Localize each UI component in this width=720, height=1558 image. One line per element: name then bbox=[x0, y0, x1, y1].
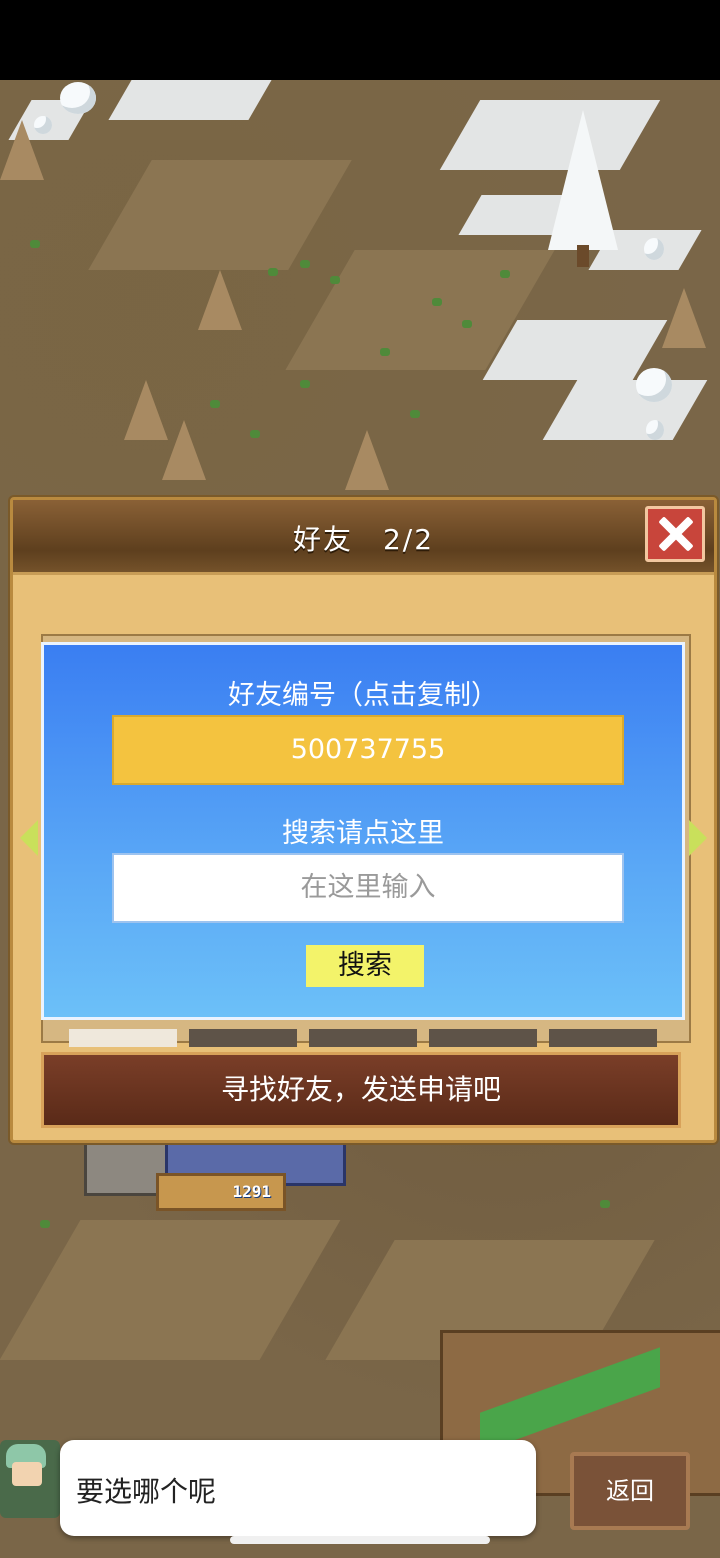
friend-slot[interactable] bbox=[429, 1029, 537, 1047]
grass-tuft bbox=[40, 1220, 50, 1228]
grass-tuft bbox=[330, 276, 340, 284]
friend-slot[interactable] bbox=[69, 1029, 177, 1047]
grass-tuft bbox=[432, 298, 442, 306]
advisor-avatar bbox=[0, 1440, 60, 1518]
friends-dialog: 好友 2/2 好友编号（点击复制） 500737755 搜索请点这里 在这里输入… bbox=[10, 497, 717, 1143]
rock-spire bbox=[662, 288, 706, 348]
snow-patch bbox=[542, 380, 708, 440]
grass-tuft bbox=[500, 270, 510, 278]
snowman bbox=[646, 420, 664, 440]
snowy-tree bbox=[548, 110, 618, 250]
arrow-right-icon[interactable] bbox=[689, 820, 707, 856]
search-label: 搜索请点这里 bbox=[282, 818, 444, 849]
dirt-patch bbox=[0, 1220, 341, 1360]
back-button[interactable]: 返回 bbox=[570, 1452, 690, 1530]
find-friends-button[interactable]: 寻找好友，发送申请吧 bbox=[41, 1052, 681, 1128]
rock-spire bbox=[162, 420, 206, 480]
dialog-title: 好友 2/2 bbox=[292, 523, 435, 556]
friend-slot[interactable] bbox=[549, 1029, 657, 1047]
status-bar bbox=[0, 0, 720, 80]
snow-mound bbox=[34, 116, 52, 134]
home-indicator[interactable] bbox=[230, 1536, 490, 1544]
speech-bubble: 要选哪个呢 bbox=[60, 1440, 536, 1536]
grass-tuft bbox=[30, 240, 40, 248]
friend-id-panel: 好友编号（点击复制） 500737755 搜索请点这里 在这里输入 搜索 bbox=[41, 642, 685, 1020]
grass-tuft bbox=[210, 400, 220, 408]
tree-trunk bbox=[577, 245, 589, 267]
dialog-header: 好友 2/2 bbox=[13, 500, 714, 575]
friend-id-label: 好友编号（点击复制） bbox=[228, 680, 498, 711]
grass-tuft bbox=[410, 410, 420, 418]
grass-tuft bbox=[600, 1200, 610, 1208]
snowman bbox=[644, 238, 664, 260]
avatar-face bbox=[12, 1462, 42, 1486]
search-input[interactable]: 在这里输入 bbox=[112, 853, 624, 923]
rock-spire bbox=[345, 430, 389, 490]
snow-patch bbox=[482, 320, 668, 380]
grass-tuft bbox=[268, 268, 278, 276]
arrow-left-icon[interactable] bbox=[20, 820, 38, 856]
dirt-patch bbox=[88, 160, 352, 270]
grass-tuft bbox=[300, 380, 310, 388]
friend-slot[interactable] bbox=[189, 1029, 297, 1047]
snow-mound bbox=[60, 82, 96, 114]
speech-text: 要选哪个呢 bbox=[76, 1475, 217, 1508]
grass-tuft bbox=[380, 348, 390, 356]
search-button[interactable]: 搜索 bbox=[306, 945, 424, 987]
grass-tuft bbox=[300, 260, 310, 268]
snow-mound bbox=[636, 368, 672, 402]
grass-tuft bbox=[462, 320, 472, 328]
building-sign: 1291 bbox=[156, 1173, 286, 1211]
close-x-icon[interactable] bbox=[645, 506, 705, 562]
grass-tuft bbox=[250, 430, 260, 438]
snow-patch bbox=[108, 80, 272, 120]
sign-value: 1291 bbox=[232, 1182, 271, 1201]
friend-slot[interactable] bbox=[309, 1029, 417, 1047]
rock-spire bbox=[198, 270, 242, 330]
friend-id-copy-box[interactable]: 500737755 bbox=[112, 715, 624, 785]
